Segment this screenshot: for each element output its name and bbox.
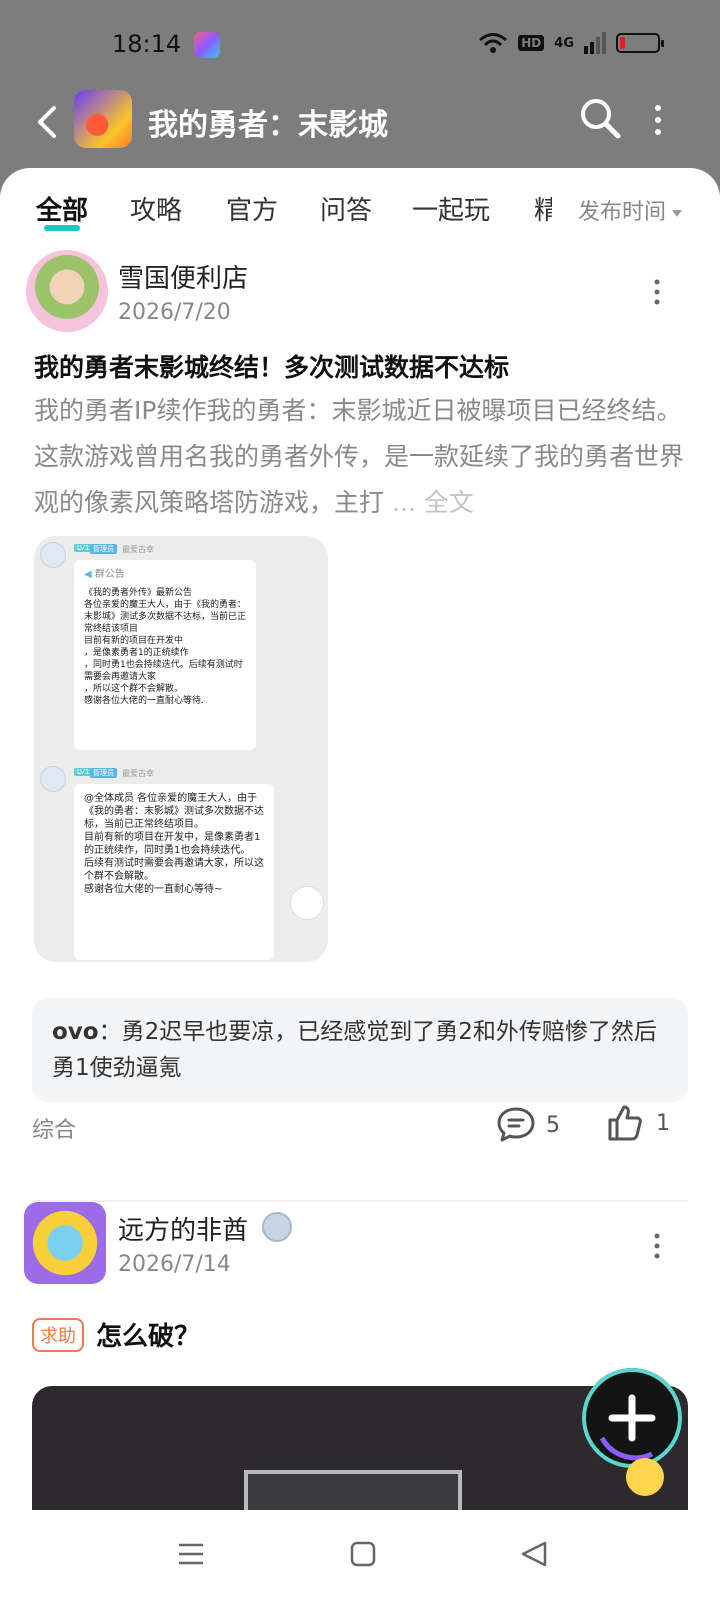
chat-avatar: [40, 766, 66, 792]
tab-official[interactable]: 官方: [226, 190, 278, 227]
tab-label: 攻略: [130, 196, 183, 226]
sticker-icon: [290, 886, 324, 920]
notice-bubble: ◀ 群公告 《我的勇者外传》最新公告 各位亲爱的魔王大人，由于《我的勇者：末影城…: [74, 560, 256, 750]
signal-icon: [584, 32, 606, 54]
excerpt-ellipsis: ...: [391, 488, 416, 517]
notice-text: 《我的勇者外传》最新公告 各位亲爱的魔王大人，由于《我的勇者：末影城》测试多次数…: [84, 588, 247, 706]
tab-indicator: [44, 225, 81, 231]
top-app-bar: 我的勇者：末影城: [0, 90, 720, 170]
post-more-icon[interactable]: [652, 1232, 662, 1260]
tab-label: 精: [534, 196, 552, 226]
menu-icon[interactable]: [178, 1542, 204, 1566]
network-label: 4G: [554, 35, 574, 51]
tab-label: 问答: [320, 196, 373, 226]
chat-avatar: [40, 542, 66, 568]
post-title[interactable]: 怎么破？: [96, 1316, 200, 1353]
plus-icon: [599, 1394, 656, 1461]
post-date: 2026/7/14: [118, 1252, 231, 1277]
author-name[interactable]: 雪国便利店: [118, 258, 248, 295]
post-category: 综合: [32, 1118, 77, 1143]
post-date: 2026/7/20: [118, 300, 231, 325]
tab-guides[interactable]: 攻略: [130, 190, 182, 227]
back-nav-icon[interactable]: [520, 1541, 548, 1567]
post-excerpt[interactable]: 我的勇者IP续作我的勇者：末影城近日被曝项目已经终结。这款游戏曾用名我的勇者外传…: [34, 388, 684, 526]
tab-play-together[interactable]: 一起玩: [412, 190, 490, 227]
sort-dropdown[interactable]: 发布时间: [572, 194, 683, 226]
avatar[interactable]: [26, 250, 108, 332]
excerpt-text: 我的勇者IP续作我的勇者：末影城近日被曝项目已经终结。这款游戏曾用名我的勇者外传…: [34, 396, 684, 517]
content-sheet: 全部 攻略 官方 问答 一起玩 精 发布时间 雪国便利店 2026/7/20 我…: [0, 168, 720, 1510]
comment-icon: [497, 1107, 535, 1142]
tab-qa[interactable]: 问答: [320, 190, 372, 227]
read-full-link[interactable]: 全文: [424, 488, 474, 517]
megaphone-icon: ◀: [84, 569, 92, 580]
comment-user: ovo: [52, 1019, 99, 1045]
app-notification-icon: [194, 32, 220, 58]
avatar[interactable]: [24, 1202, 106, 1284]
status-time: 18:14: [112, 30, 182, 58]
post-image[interactable]: LV1 管理员 最爱古幸 ◀ 群公告 《我的勇者外传》最新公告 各位亲爱的魔王大…: [34, 536, 328, 962]
tab-label: 官方: [226, 196, 279, 226]
tab-label: 全部: [36, 196, 89, 226]
emoji-sticker-icon[interactable]: [626, 1458, 664, 1496]
category-tabs: 全部 攻略 官方 问答 一起玩 精 发布时间: [0, 186, 720, 236]
tab-featured[interactable]: 精: [534, 190, 552, 227]
comment-button[interactable]: 5: [496, 1106, 560, 1144]
game-icon: [74, 90, 132, 148]
like-button[interactable]: 1: [606, 1104, 670, 1142]
comment-text: 勇2迟早也要凉，已经感觉到了勇2和外传赔惨了然后勇1使劲逼氪: [52, 1019, 657, 1081]
battery-icon: [616, 33, 664, 53]
chat-username: 最爱古幸: [122, 545, 154, 554]
tab-label: 一起玩: [412, 196, 491, 226]
help-tag: 求助: [32, 1318, 84, 1352]
post-title[interactable]: 我的勇者末影城终结！多次测试数据不达标: [34, 348, 509, 384]
system-nav-bar: [0, 1510, 720, 1600]
hd-badge: HD: [518, 35, 545, 51]
more-options-icon[interactable]: [648, 100, 668, 140]
home-icon[interactable]: [350, 1541, 376, 1567]
role-badge: 管理员: [90, 768, 117, 778]
chat-username: 最爱古幸: [122, 769, 154, 778]
page-title: 我的勇者：末影城: [148, 108, 388, 143]
author-name[interactable]: 远方的非酋: [118, 1210, 248, 1247]
search-icon[interactable]: [578, 96, 622, 140]
caret-down-icon: [672, 209, 683, 217]
notice-label: 群公告: [94, 569, 125, 580]
create-post-button[interactable]: [582, 1368, 682, 1468]
comment-count: 5: [546, 1112, 560, 1138]
post-more-icon[interactable]: [652, 278, 662, 306]
sort-label: 发布时间: [578, 200, 667, 225]
message-text: @全体成员 各位亲爱的魔王大人，由于《我的勇者：末影城》测试多次数据不达标，当前…: [84, 793, 264, 895]
status-bar: 18:14 HD 4G: [0, 0, 720, 90]
wifi-icon: [479, 33, 508, 53]
verified-badge-icon: [262, 1212, 292, 1242]
game-screen-panel: [244, 1470, 462, 1510]
top-comment[interactable]: ovo：勇2迟早也要凉，已经感觉到了勇2和外传赔惨了然后勇1使劲逼氪: [32, 998, 688, 1102]
comment-colon: ：: [98, 1019, 122, 1045]
message-bubble: @全体成员 各位亲爱的魔王大人，由于《我的勇者：末影城》测试多次数据不达标，当前…: [74, 784, 274, 960]
thumbs-up-icon: [608, 1105, 642, 1141]
tab-all[interactable]: 全部: [36, 190, 89, 231]
post-divider: [32, 1200, 688, 1202]
role-badge: 管理员: [90, 544, 117, 554]
back-icon[interactable]: [30, 102, 70, 142]
like-count: 1: [656, 1110, 670, 1136]
status-icons: HD 4G: [478, 32, 664, 54]
